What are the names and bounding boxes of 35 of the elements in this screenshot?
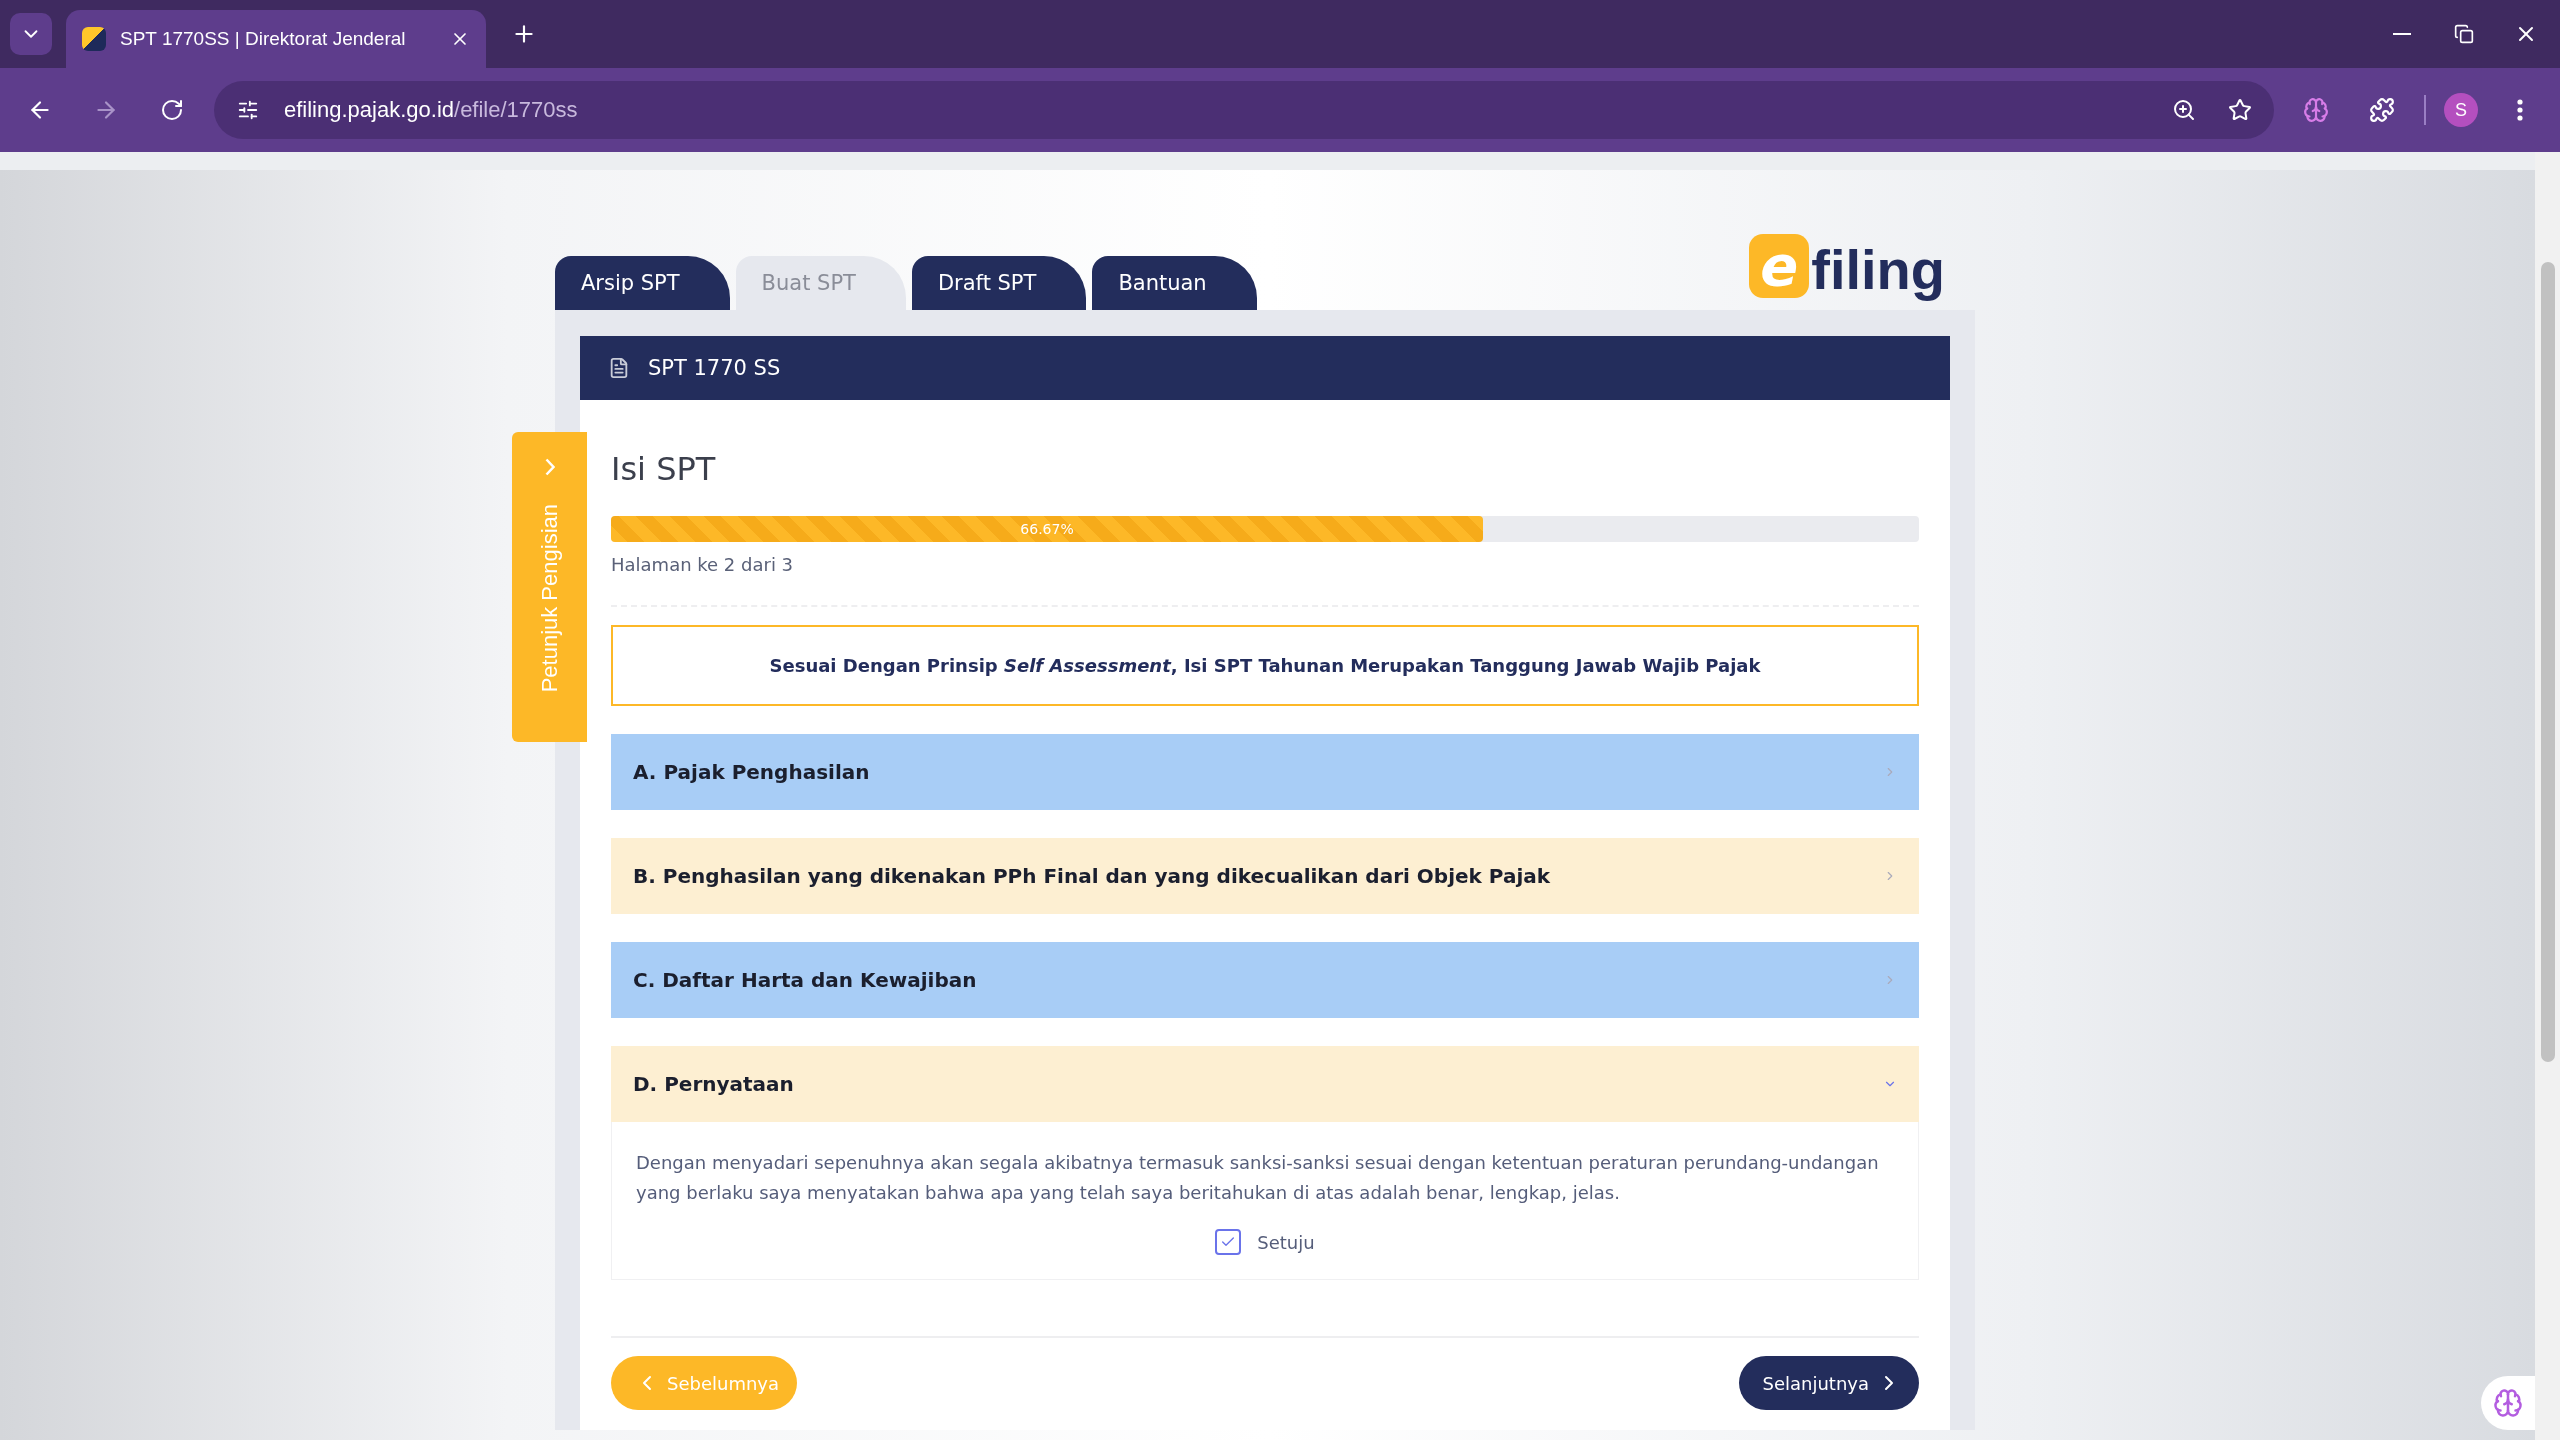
agree-checkbox[interactable]: Setuju bbox=[1215, 1229, 1315, 1256]
progress-fill: 66.67% bbox=[611, 516, 1484, 542]
accordion-header[interactable]: D. Pernyataan bbox=[611, 1046, 1919, 1122]
statement-text: Dengan menyadari sepenuhnya akan segala akibatnya termasuk sanksi-sanksi sesuai dengan ketentuan peraturan perundang-undangan yang berlaku saya menyatakan bahwa apa yang telah saya beritahukan di atas adalah benar, lengkap, jelas. bbox=[636, 1151, 1880, 1205]
browser-tab[interactable]: SPT 1770SS | Direktorat Jenderal bbox=[66, 10, 486, 68]
restore-icon bbox=[2454, 24, 2474, 44]
page-info: Halaman ke 2 dari 3 bbox=[611, 554, 795, 575]
panel-title: SPT 1770 SS bbox=[648, 356, 781, 380]
nav-tab[interactable]: Arsip SPT bbox=[555, 256, 730, 310]
document-icon bbox=[608, 357, 630, 379]
checkbox-icon[interactable] bbox=[1215, 1229, 1242, 1256]
page-heading: Isi SPT bbox=[611, 450, 717, 488]
profile-avatar[interactable]: S bbox=[2444, 93, 2478, 127]
logo-mark: e bbox=[1749, 234, 1810, 298]
sliders-icon bbox=[237, 99, 259, 121]
nav-tab[interactable]: Draft SPT bbox=[911, 256, 1087, 310]
accordion-header[interactable]: A. Pajak Penghasilan bbox=[611, 734, 1919, 810]
zoom-icon bbox=[2172, 98, 2196, 122]
brain-assistant-button[interactable] bbox=[2481, 1376, 2535, 1430]
minimize-icon bbox=[2393, 33, 2411, 35]
star-icon bbox=[2228, 98, 2252, 122]
site-favicon-icon bbox=[82, 27, 106, 51]
scrollbar[interactable] bbox=[2535, 152, 2560, 1440]
chevron-right-icon bbox=[544, 458, 555, 476]
notice-box: Sesuai Dengan Prinsip Self Assessment, Isi SPT Tahunan Merupakan Tanggung Jawab Wajib Pajak bbox=[611, 625, 1919, 706]
next-button[interactable]: Selanjutnya bbox=[1738, 1356, 1919, 1410]
accordion-header[interactable]: B. Penghasilan yang dikenakan PPh Final dan yang dikecualikan dari Objek Pajak bbox=[611, 838, 1919, 914]
reload-icon bbox=[160, 98, 184, 122]
accordion-header[interactable]: C. Daftar Harta dan Kewajiban bbox=[611, 942, 1919, 1018]
brain-icon bbox=[2303, 97, 2329, 123]
brain-icon bbox=[2493, 1388, 2523, 1418]
menu-icon bbox=[2517, 99, 2523, 121]
nav-tab[interactable]: Bantuan bbox=[1092, 256, 1257, 310]
puzzle-icon bbox=[2369, 97, 2395, 123]
tab-list-button[interactable] bbox=[10, 13, 52, 55]
